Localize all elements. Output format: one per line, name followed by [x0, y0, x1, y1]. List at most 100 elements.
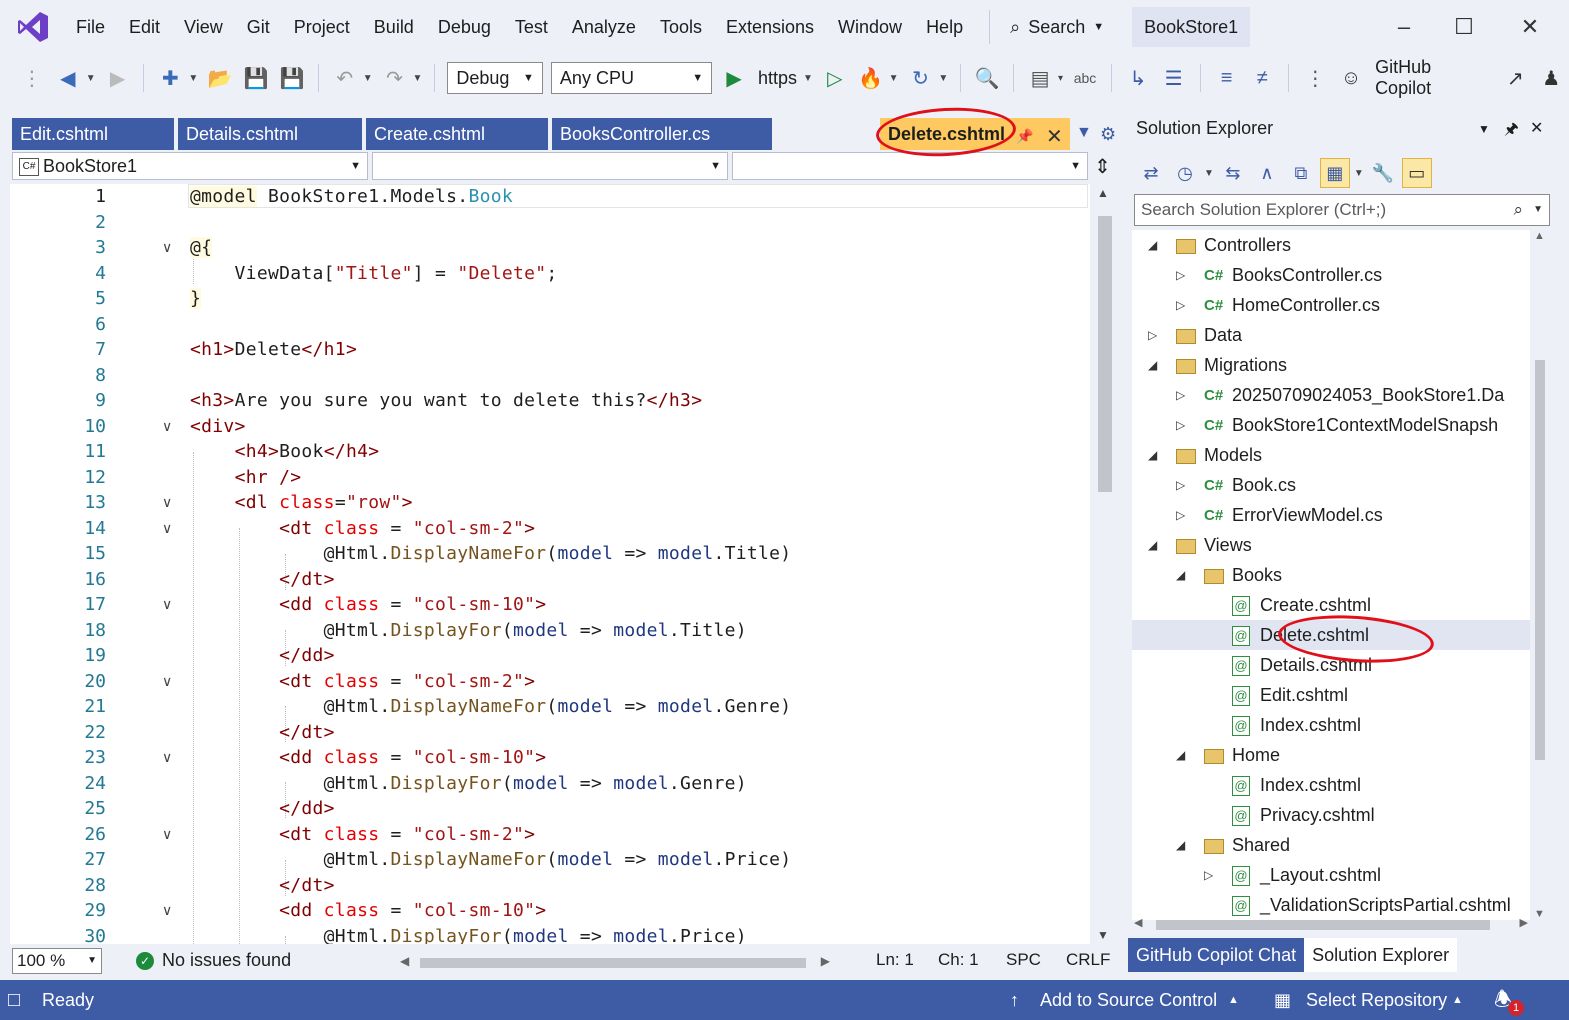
- code-line[interactable]: @Html.DisplayFor(model => model.Title): [190, 620, 747, 641]
- bookmark-icon[interactable]: ☰: [1161, 65, 1187, 91]
- properties-wrench-icon[interactable]: 🔧: [1368, 158, 1398, 188]
- tree-item[interactable]: @ Index.cshtml: [1132, 710, 1530, 740]
- gear-icon[interactable]: ⚙: [1100, 124, 1116, 145]
- menu-item-git[interactable]: Git: [235, 0, 282, 54]
- code-line[interactable]: <dd class = "col-sm-10">: [190, 594, 546, 615]
- tree-item[interactable]: ◢ Books: [1132, 560, 1530, 590]
- hot-reload-icon[interactable]: 🔥: [858, 65, 884, 91]
- add-to-source-control-button[interactable]: Add to Source Control: [1040, 980, 1217, 1020]
- expanded-triangle-icon[interactable]: ◢: [1148, 350, 1157, 380]
- sync-with-document-icon[interactable]: ⇆: [1218, 158, 1248, 188]
- comment-lines-icon[interactable]: ≡: [1214, 65, 1240, 91]
- code-line[interactable]: @Html.DisplayNameFor(model => model.Genr…: [190, 696, 791, 717]
- menu-item-file[interactable]: File: [64, 0, 117, 54]
- tree-item[interactable]: ▷ C# HomeController.cs: [1132, 290, 1530, 320]
- tree-item[interactable]: @ Create.cshtml: [1132, 590, 1530, 620]
- pending-changes-icon[interactable]: ◷: [1170, 158, 1200, 188]
- tree-item[interactable]: @ Delete.cshtml: [1132, 620, 1530, 650]
- line-ending-indicator[interactable]: CRLF: [1066, 950, 1110, 970]
- pin-tab-icon[interactable]: 📌: [1016, 128, 1033, 145]
- code-line[interactable]: <dl class="row">: [190, 492, 413, 513]
- menu-item-analyze[interactable]: Analyze: [560, 0, 648, 54]
- type-navigation-select[interactable]: ▼: [372, 152, 728, 180]
- share-icon[interactable]: ↗: [1502, 65, 1528, 91]
- collapsed-triangle-icon[interactable]: ▷: [1176, 290, 1185, 320]
- collapsed-triangle-icon[interactable]: ▷: [1204, 860, 1213, 890]
- tree-item[interactable]: ▷ Data: [1132, 320, 1530, 350]
- code-line[interactable]: <h4>Book</h4>: [190, 441, 380, 462]
- live-share-icon[interactable]: ♟: [1538, 65, 1564, 91]
- code-line[interactable]: <dt class = "col-sm-2">: [190, 671, 535, 692]
- run-target-label[interactable]: https: [758, 68, 797, 89]
- tree-item[interactable]: @ Details.cshtml: [1132, 650, 1530, 680]
- chevron-down-icon[interactable]: ▼: [889, 73, 899, 84]
- tree-item[interactable]: ▷ @ _Layout.cshtml: [1132, 860, 1530, 890]
- code-line[interactable]: <dd class = "col-sm-10">: [190, 747, 546, 768]
- collapsed-triangle-icon[interactable]: ▷: [1148, 320, 1157, 350]
- code-line[interactable]: <h3>Are you sure you want to delete this…: [190, 390, 702, 411]
- scroll-down-icon[interactable]: ▼: [1534, 908, 1545, 920]
- chevron-up-icon[interactable]: ▲: [1228, 980, 1239, 1020]
- notifications-bell-icon[interactable]: 🕭: [1494, 980, 1512, 1020]
- pin-icon[interactable]: 🖈: [1504, 118, 1519, 145]
- fold-toggle-icon[interactable]: ∨: [162, 596, 172, 613]
- code-line[interactable]: </dd>: [190, 645, 335, 666]
- select-repository-button[interactable]: Select Repository: [1306, 980, 1447, 1020]
- preview-selected-items-icon[interactable]: ▭: [1401, 158, 1432, 188]
- fold-toggle-icon[interactable]: ∨: [162, 673, 172, 690]
- collapsed-triangle-icon[interactable]: ▷: [1176, 470, 1185, 500]
- tab-solution-explorer[interactable]: Solution Explorer: [1304, 938, 1458, 972]
- close-button[interactable]: ✕: [1500, 0, 1560, 54]
- maximize-button[interactable]: ☐: [1434, 0, 1494, 54]
- zoom-select[interactable]: 100 % ▼: [12, 948, 102, 974]
- code-line[interactable]: }: [190, 288, 202, 309]
- scrollbar-thumb[interactable]: [420, 958, 806, 968]
- scroll-right-icon[interactable]: ▶: [821, 954, 830, 968]
- tree-item[interactable]: ▷ C# 20250709024053_BookStore1.Da: [1132, 380, 1530, 410]
- toolbar-overflow-icon[interactable]: ▾: [1058, 73, 1063, 84]
- solution-configuration-select[interactable]: Debug ▼: [447, 62, 543, 94]
- scroll-left-icon[interactable]: ◀: [1134, 916, 1142, 929]
- tab-bookscontroller-cs[interactable]: BooksController.cs: [552, 118, 772, 150]
- scroll-right-icon[interactable]: ▶: [1520, 916, 1528, 929]
- tree-item[interactable]: @ Index.cshtml: [1132, 770, 1530, 800]
- chevron-down-icon[interactable]: ▼: [188, 73, 198, 84]
- tree-item[interactable]: ▷ C# BooksController.cs: [1132, 260, 1530, 290]
- fold-toggle-icon[interactable]: ∨: [162, 826, 172, 843]
- code-line[interactable]: </dt>: [190, 722, 335, 743]
- browser-link-icon[interactable]: ▤: [1027, 65, 1053, 91]
- fold-toggle-icon[interactable]: ∨: [162, 520, 172, 537]
- navigate-back-icon[interactable]: ◀: [55, 65, 81, 91]
- fold-toggle-icon[interactable]: ∨: [162, 902, 172, 919]
- line-indicator[interactable]: Ln: 1: [876, 950, 914, 970]
- tab-create-cshtml[interactable]: Create.cshtml: [366, 118, 548, 150]
- scrollbar-thumb[interactable]: [1156, 920, 1490, 930]
- code-line[interactable]: @model BookStore1.Models.Book: [190, 186, 513, 207]
- chevron-down-icon[interactable]: ▼: [1354, 168, 1364, 179]
- close-tab-icon[interactable]: ✕: [1046, 124, 1063, 149]
- chevron-down-icon[interactable]: ▼: [803, 73, 813, 84]
- tree-item[interactable]: ◢ Controllers: [1132, 230, 1530, 260]
- tree-item[interactable]: ◢ Migrations: [1132, 350, 1530, 380]
- column-indicator[interactable]: Ch: 1: [938, 950, 979, 970]
- tree-horizontal-scrollbar[interactable]: ◀ ▶: [1132, 916, 1530, 932]
- code-editor[interactable]: 1 @model BookStore1.Models.Book 2 3 ∨ @{4 Vie…: [10, 184, 1090, 944]
- code-line[interactable]: <div>: [190, 416, 246, 437]
- collapsed-triangle-icon[interactable]: ▷: [1176, 410, 1185, 440]
- expanded-triangle-icon[interactable]: ◢: [1176, 830, 1185, 860]
- step-into-icon[interactable]: ↳: [1125, 65, 1151, 91]
- spell-check-icon[interactable]: abc: [1072, 65, 1098, 91]
- code-line[interactable]: <dt class = "col-sm-2">: [190, 518, 535, 539]
- tree-item[interactable]: ▷ C# BookStore1ContextModelSnapsh: [1132, 410, 1530, 440]
- undo-icon[interactable]: ↶: [332, 65, 358, 91]
- find-in-files-icon[interactable]: 🔍: [974, 65, 1000, 91]
- show-all-files-icon[interactable]: ⧉: [1286, 158, 1316, 188]
- chevron-down-icon[interactable]: ▼: [1533, 195, 1543, 225]
- tree-item[interactable]: ▷ C# ErrorViewModel.cs: [1132, 500, 1530, 530]
- scroll-up-icon[interactable]: ▲: [1534, 230, 1545, 242]
- start-without-debugging-icon[interactable]: ▷: [822, 65, 848, 91]
- tab-delete-cshtml[interactable]: Delete.cshtml: [880, 118, 1070, 150]
- code-line[interactable]: <hr />: [190, 467, 302, 488]
- menu-item-tools[interactable]: Tools: [648, 0, 714, 54]
- scroll-down-icon[interactable]: ▼: [1097, 928, 1109, 942]
